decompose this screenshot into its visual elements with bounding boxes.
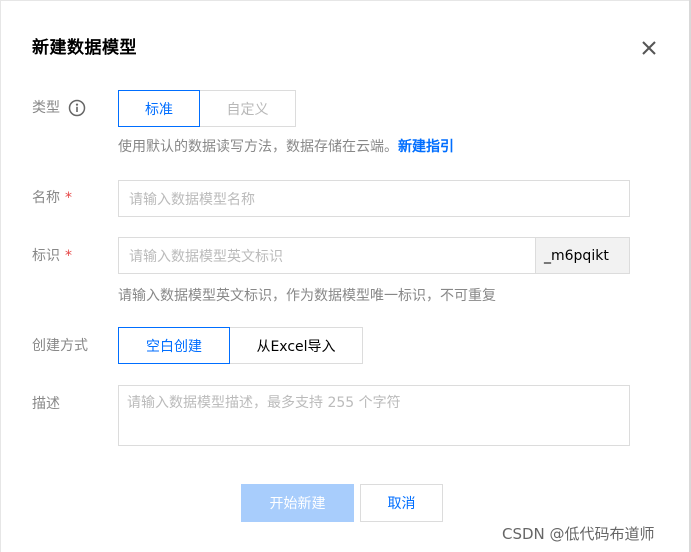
type-option-standard[interactable]: 标准 — [118, 90, 200, 127]
required-mark: * — [65, 190, 72, 206]
identifier-label: 标识 * — [32, 246, 72, 266]
type-option-custom[interactable]: 自定义 — [199, 90, 296, 127]
info-circle-icon[interactable] — [68, 99, 86, 117]
close-icon[interactable] — [637, 36, 661, 60]
required-mark: * — [65, 248, 72, 264]
identifier-suffix: _m6pqikt — [535, 237, 630, 274]
description-textarea[interactable]: 请输入数据模型描述，最多支持 255 个字符 — [118, 385, 630, 446]
frame-left-border — [0, 0, 1, 552]
identifier-input[interactable]: 请输入数据模型英文标识 — [118, 237, 536, 274]
watermark: CSDN @低代码布道师 — [502, 525, 655, 543]
identifier-hint: 请输入数据模型英文标识，作为数据模型唯一标识，不可重复 — [118, 288, 496, 304]
identifier-label-text: 标识 — [32, 248, 60, 264]
type-hint-text: 使用默认的数据读写方法，数据存储在云端。 — [118, 139, 398, 155]
cancel-button[interactable]: 取消 — [360, 484, 443, 522]
type-label: 类型 — [32, 100, 60, 116]
create-method-blank[interactable]: 空白创建 — [118, 327, 230, 364]
create-method-excel[interactable]: 从Excel导入 — [229, 327, 363, 364]
description-label: 描述 — [32, 396, 60, 412]
dialog-title: 新建数据模型 — [32, 38, 137, 58]
submit-button[interactable]: 开始新建 — [241, 484, 354, 522]
name-label: 名称 * — [32, 188, 72, 208]
create-method-label: 创建方式 — [32, 338, 88, 354]
frame-top-border — [0, 0, 691, 1]
name-label-text: 名称 — [32, 190, 60, 206]
type-hint: 使用默认的数据读写方法，数据存储在云端。新建指引 — [118, 137, 454, 157]
guide-link[interactable]: 新建指引 — [398, 139, 454, 155]
name-input[interactable]: 请输入数据模型名称 — [118, 180, 630, 217]
